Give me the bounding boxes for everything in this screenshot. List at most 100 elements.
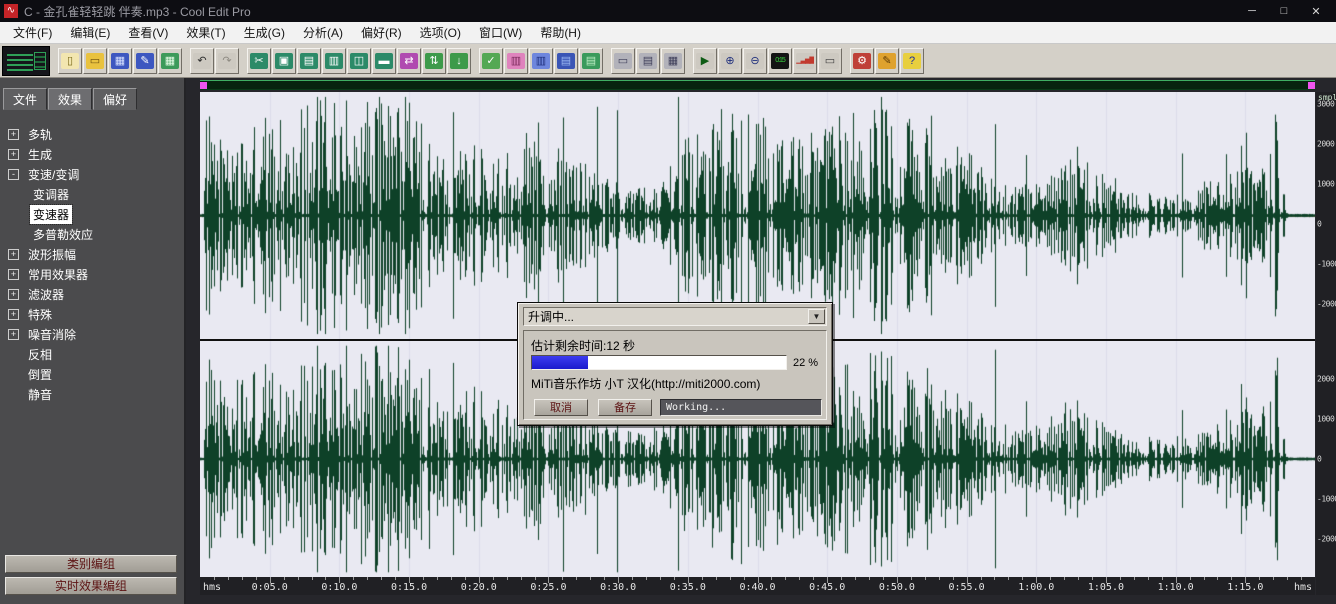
amplitude-tick-label: 1000 xyxy=(1317,180,1334,189)
redo-button[interactable]: ↷ xyxy=(215,48,239,74)
save-selection-button[interactable]: ↓ xyxy=(447,48,471,74)
timeline-ruler[interactable]: hms hms 0:05.00:10.00:15.00:20.00:25.00:… xyxy=(200,577,1315,595)
tab-文件[interactable]: 文件 xyxy=(3,88,47,110)
tree-item-静音[interactable]: 静音 xyxy=(0,384,182,404)
window-files-button[interactable]: ▭ xyxy=(611,48,635,74)
save-as-button[interactable]: ✎ xyxy=(133,48,157,74)
close-button[interactable]: ✕ xyxy=(1308,5,1324,18)
menu-item[interactable]: 生成(G) xyxy=(235,22,294,43)
mix-paste-button[interactable]: ▥ xyxy=(322,48,346,74)
paste-to-new-button[interactable]: ◫ xyxy=(347,48,371,74)
batch-process-button[interactable]: ⇅ xyxy=(422,48,446,74)
zoom-out-button[interactable]: ⊖ xyxy=(743,48,767,74)
tree-item-生成[interactable]: +生成 xyxy=(0,144,182,164)
tree-item-变速/变调[interactable]: -变速/变调 xyxy=(0,164,182,184)
ruler-corner xyxy=(1316,577,1336,595)
timeline-tick xyxy=(312,577,313,580)
save-copy-button[interactable]: ▦ xyxy=(158,48,182,74)
menu-item[interactable]: 文件(F) xyxy=(4,22,61,43)
overview-right-handle[interactable] xyxy=(1308,82,1315,89)
tree-item-波形振幅[interactable]: +波形振幅 xyxy=(0,244,182,264)
timeline-tick xyxy=(298,577,299,580)
overview-left-handle[interactable] xyxy=(200,82,207,89)
play-button[interactable]: ▶ xyxy=(693,48,717,74)
timeline-label: 0:15.0 xyxy=(391,582,427,593)
expand-icon[interactable]: + xyxy=(8,309,19,320)
zoom-in-button[interactable]: ⊕ xyxy=(718,48,742,74)
menu-item[interactable]: 编辑(E) xyxy=(61,22,119,43)
menu-item[interactable]: 窗口(W) xyxy=(470,22,531,43)
tree-item-变调器[interactable]: 变调器 xyxy=(0,184,182,204)
chevron-down-icon[interactable]: ▼ xyxy=(808,309,825,324)
operation-combo[interactable]: 升调中... ▼ xyxy=(523,307,827,326)
window-cues-button[interactable]: ▦ xyxy=(661,48,685,74)
expand-icon[interactable]: + xyxy=(8,289,19,300)
open-file-button[interactable]: ▭ xyxy=(83,48,107,74)
expand-icon[interactable]: + xyxy=(8,329,19,340)
save-file-button[interactable]: ▦ xyxy=(108,48,132,74)
timeline-tick xyxy=(883,577,884,580)
group-button-类别编组[interactable]: 类别编组 xyxy=(5,555,177,573)
help-button[interactable]: ? xyxy=(900,48,924,74)
app-icon-glyph: ∿ xyxy=(7,5,15,16)
menu-item[interactable]: 帮助(H) xyxy=(531,22,590,43)
expand-icon[interactable]: + xyxy=(8,149,19,160)
group-button-实时效果编组[interactable]: 实时效果编组 xyxy=(5,577,177,595)
timeline-tick xyxy=(660,577,661,580)
cue-marker-pink-icon: ▥ xyxy=(507,53,525,69)
tree-item-label: 多普勒效应 xyxy=(30,225,96,244)
timeline-tick xyxy=(465,577,466,580)
minimize-button[interactable]: ─ xyxy=(1244,5,1260,18)
cancel-button[interactable]: 取消 xyxy=(534,399,588,416)
menu-item[interactable]: 选项(O) xyxy=(411,22,470,43)
maximize-button[interactable]: □ xyxy=(1276,5,1292,18)
expand-icon[interactable]: + xyxy=(8,129,19,140)
tree-item-label: 静音 xyxy=(25,385,55,404)
session-overview-bar[interactable] xyxy=(200,80,1315,90)
save-button[interactable]: 备存 xyxy=(598,399,652,416)
menu-item[interactable]: 查看(V) xyxy=(119,22,177,43)
cue-marker-pink-button[interactable]: ▥ xyxy=(504,48,528,74)
tree-item-常用效果器[interactable]: +常用效果器 xyxy=(0,264,182,284)
expand-icon[interactable]: + xyxy=(8,269,19,280)
new-file-button[interactable]: ▯ xyxy=(58,48,82,74)
tree-item-变速器[interactable]: 变速器 xyxy=(0,204,182,224)
menu-item[interactable]: 分析(A) xyxy=(294,22,352,43)
cue-marker-blue-button[interactable]: ▥ xyxy=(529,48,553,74)
tree-item-多轨[interactable]: +多轨 xyxy=(0,124,182,144)
tab-偏好[interactable]: 偏好 xyxy=(93,88,137,110)
amplitude-ruler[interactable]: smpl 3000200010000-1000-2000200010000-10… xyxy=(1316,92,1336,577)
tree-item-噪音消除[interactable]: +噪音消除 xyxy=(0,324,182,344)
normalize-button[interactable]: ✓ xyxy=(479,48,503,74)
undo-button[interactable]: ↶ xyxy=(190,48,214,74)
amplitude-tick-label: -2000 xyxy=(1317,535,1336,544)
spectral-view-button[interactable]: ▤ xyxy=(554,48,578,74)
timeline-tick xyxy=(632,577,633,580)
paste-button[interactable]: ▤ xyxy=(297,48,321,74)
tree-item-倒置[interactable]: 倒置 xyxy=(0,364,182,384)
monitor-button[interactable]: ▭ xyxy=(818,48,842,74)
level-meters-button[interactable]: ▁▃▅▇ xyxy=(793,48,817,74)
timeline-tick xyxy=(1064,577,1065,580)
timeline-tick xyxy=(730,577,731,580)
scripts-button[interactable]: ✎ xyxy=(875,48,899,74)
cut-button[interactable]: ✂ xyxy=(247,48,271,74)
window-effects-button[interactable]: ▤ xyxy=(636,48,660,74)
timeline-tick xyxy=(646,577,647,580)
tree-item-多普勒效应[interactable]: 多普勒效应 xyxy=(0,224,182,244)
tree-item-反相[interactable]: 反相 xyxy=(0,344,182,364)
copy-button[interactable]: ▣ xyxy=(272,48,296,74)
tree-item-滤波器[interactable]: +滤波器 xyxy=(0,284,182,304)
waveform-view-button[interactable]: ▤ xyxy=(579,48,603,74)
menu-item[interactable]: 效果(T) xyxy=(177,22,234,43)
tree-item-特殊[interactable]: +特殊 xyxy=(0,304,182,324)
settings-button[interactable]: ⚙ xyxy=(850,48,874,74)
view-toggle-button[interactable] xyxy=(2,46,50,76)
trim-button[interactable]: ▬ xyxy=(372,48,396,74)
tab-效果[interactable]: 效果 xyxy=(48,88,92,110)
expand-icon[interactable]: + xyxy=(8,249,19,260)
convert-sample-type-button[interactable]: ⇄ xyxy=(397,48,421,74)
menu-item[interactable]: 偏好(R) xyxy=(352,22,411,43)
time-window-button[interactable]: 0:15 xyxy=(768,48,792,74)
collapse-icon[interactable]: - xyxy=(8,169,19,180)
